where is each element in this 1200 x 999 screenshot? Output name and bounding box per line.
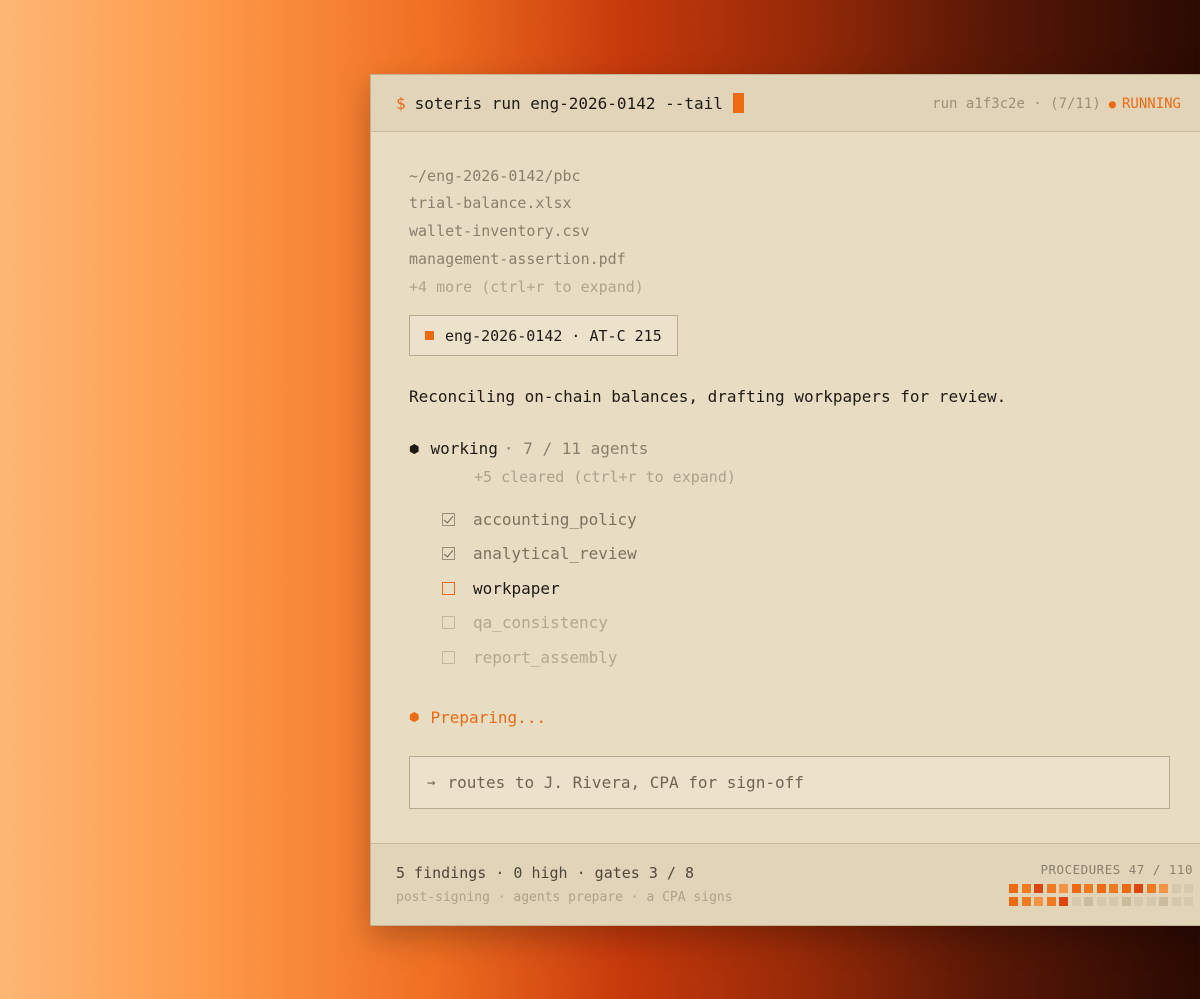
procedure-cell bbox=[1146, 884, 1156, 893]
command-prompt: $ soteris run eng-2026-0142 --tail bbox=[396, 93, 744, 113]
hexagon-icon: ⬢ bbox=[409, 710, 420, 724]
status-footer: 5 findings · 0 high · gates 3 / 8 post-s… bbox=[371, 843, 1200, 925]
procedure-cell bbox=[1021, 884, 1031, 893]
procedure-cell bbox=[1034, 897, 1043, 906]
task-name: workpaper bbox=[473, 578, 560, 598]
terminal-window: $ soteris run eng-2026-0142 --tail run a… bbox=[370, 74, 1200, 926]
agent-task-list: accounting_policy analytical_review work… bbox=[442, 502, 1180, 675]
task-item: analytical_review bbox=[442, 537, 1180, 572]
run-status: RUNNING bbox=[1121, 96, 1181, 112]
procedure-cell bbox=[1109, 897, 1118, 906]
checkbox-checked-icon bbox=[442, 512, 455, 526]
checkbox-empty-icon bbox=[442, 616, 455, 630]
procedure-cell bbox=[1096, 897, 1106, 906]
hexagon-icon: ⬢ bbox=[409, 441, 420, 456]
task-name: report_assembly bbox=[473, 647, 618, 667]
text-cursor bbox=[732, 93, 744, 113]
procedure-cell bbox=[1159, 884, 1168, 893]
command-text: soteris run eng-2026-0142 --tail bbox=[414, 93, 723, 113]
procedure-cell bbox=[1021, 897, 1031, 906]
square-icon bbox=[425, 331, 434, 340]
checkbox-checked-icon bbox=[442, 547, 455, 561]
procedure-cell bbox=[1046, 897, 1056, 906]
pbc-file-list: trial-balance.xlsx wallet-inventory.csv … bbox=[409, 189, 1180, 301]
procedure-cell bbox=[1121, 897, 1131, 906]
checkbox-active-icon bbox=[442, 581, 455, 595]
task-name: accounting_policy bbox=[473, 509, 637, 529]
procedure-cell bbox=[1071, 897, 1081, 906]
engagement-tag: eng-2026-0142 · AT-C 215 bbox=[409, 315, 678, 356]
desktop-background: { "titlebar": { "prompt_symbol": "$", "c… bbox=[0, 0, 1200, 999]
routing-box: → routes to J. Rivera, CPA for sign-off bbox=[409, 756, 1170, 809]
file-item: management-assertion.pdf bbox=[409, 250, 626, 268]
working-header: ⬢ working · 7 / 11 agents bbox=[409, 439, 1180, 458]
task-item: accounting_policy bbox=[442, 502, 1180, 537]
file-item: trial-balance.xlsx bbox=[409, 194, 572, 212]
task-item: qa_consistency bbox=[442, 606, 1180, 641]
expand-cleared-agents[interactable]: +5 cleared (ctrl+r to expand) bbox=[474, 468, 1180, 490]
procedure-cell bbox=[1084, 897, 1093, 906]
procedure-cell bbox=[1109, 884, 1118, 893]
procedures-progress-grid bbox=[1009, 884, 1193, 906]
procedure-cell bbox=[1134, 884, 1143, 893]
run-id: run a1f3c2e · (7/11) bbox=[932, 96, 1101, 112]
procedure-cell bbox=[1146, 897, 1156, 906]
engagement-tag-label: eng-2026-0142 · AT-C 215 bbox=[445, 326, 662, 345]
run-info: run a1f3c2e · (7/11) ● RUNNING bbox=[932, 96, 1181, 112]
preparing-label: Preparing... bbox=[430, 707, 547, 727]
procedure-cell bbox=[1084, 884, 1093, 893]
procedure-cell bbox=[1034, 884, 1043, 893]
status-dot-icon: ● bbox=[1108, 97, 1116, 111]
procedure-cell bbox=[1121, 884, 1131, 893]
task-name: qa_consistency bbox=[473, 613, 608, 633]
preparing-status: ⬢ Preparing... bbox=[409, 708, 1180, 727]
routing-text: routes to J. Rivera, CPA for sign-off bbox=[447, 773, 804, 792]
procedure-cell bbox=[1059, 884, 1068, 893]
procedure-cell bbox=[1059, 897, 1068, 906]
task-item: workpaper bbox=[442, 571, 1180, 606]
procedures-label: PROCEDURES 47 / 110 bbox=[1040, 862, 1193, 877]
task-name: analytical_review bbox=[473, 544, 637, 564]
working-label: working bbox=[430, 439, 498, 458]
findings-stats: 5 findings · 0 high · gates 3 / 8 bbox=[396, 864, 695, 882]
procedure-cell bbox=[1171, 884, 1181, 893]
checkbox-empty-icon bbox=[442, 650, 455, 664]
procedure-cell bbox=[1159, 897, 1168, 906]
procedure-cell bbox=[1046, 884, 1056, 893]
pbc-path: ~/eng-2026-0142/pbc bbox=[409, 167, 581, 185]
procedure-cell bbox=[1071, 884, 1081, 893]
footer-tagline: post-signing · agents prepare · a CPA si… bbox=[396, 890, 733, 905]
procedure-cell bbox=[1134, 897, 1143, 906]
run-summary: Reconciling on-chain balances, drafting … bbox=[409, 387, 1007, 406]
file-item: wallet-inventory.csv bbox=[409, 222, 590, 240]
task-item: report_assembly bbox=[442, 640, 1180, 675]
procedure-cell bbox=[1009, 884, 1018, 893]
procedure-cell bbox=[1171, 897, 1181, 906]
prompt-symbol: $ bbox=[396, 93, 406, 113]
terminal-output: ~/eng-2026-0142/pbc trial-balance.xlsx w… bbox=[409, 167, 1180, 727]
expand-more-files[interactable]: +4 more (ctrl+r to expand) bbox=[409, 273, 1180, 301]
procedure-cell bbox=[1009, 897, 1018, 906]
agent-count: · 7 / 11 agents bbox=[503, 439, 649, 458]
arrow-right-icon: → bbox=[427, 774, 436, 791]
procedure-cell bbox=[1096, 884, 1106, 893]
terminal-titlebar: $ soteris run eng-2026-0142 --tail run a… bbox=[371, 75, 1200, 132]
procedure-cell bbox=[1184, 884, 1193, 893]
procedure-cell bbox=[1184, 897, 1193, 906]
